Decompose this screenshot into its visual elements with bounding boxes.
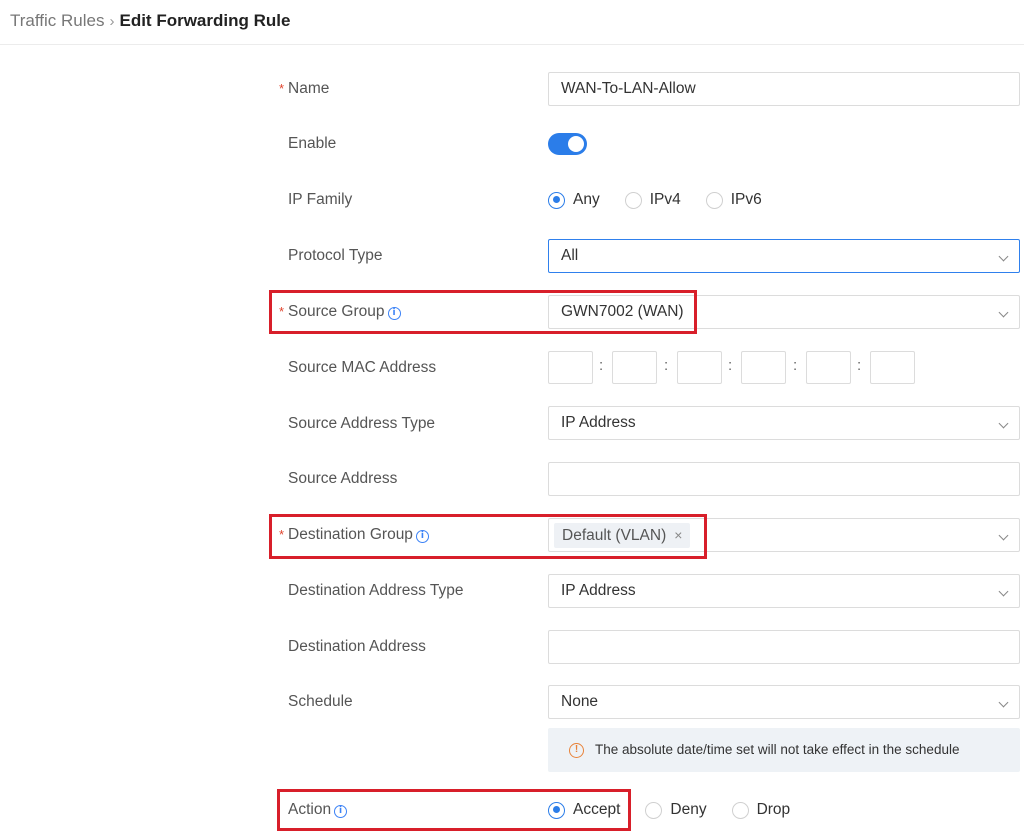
destination-address-input[interactable] — [548, 630, 1020, 664]
name-input[interactable]: WAN-To-LAN-Allow — [548, 72, 1020, 106]
source-address-type-value: IP Address — [561, 414, 636, 431]
enable-toggle[interactable] — [548, 133, 587, 155]
destination-address-type-value: IP Address — [561, 582, 636, 599]
schedule-notice-text: The absolute date/time set will not take… — [595, 742, 960, 757]
chevron-down-icon — [998, 307, 1009, 318]
radio-unchecked-icon — [731, 801, 749, 819]
mac-octet-4[interactable] — [741, 351, 786, 384]
action-option-label: Drop — [756, 801, 791, 818]
chevron-down-icon — [998, 251, 1009, 262]
chevron-down-icon — [998, 530, 1009, 541]
chevron-down-icon — [998, 418, 1009, 429]
radio-unchecked-icon — [624, 191, 642, 209]
source-address-type-select[interactable]: IP Address — [548, 406, 1020, 440]
source-address-label: Source Address — [288, 470, 398, 487]
breadcrumb: Traffic Rules › Edit Forwarding Rule — [10, 11, 290, 32]
schedule-label: Schedule — [288, 693, 353, 710]
name-label: Name — [288, 80, 330, 97]
ip-family-option-label: IPv4 — [649, 191, 681, 208]
schedule-notice: ! The absolute date/time set will not ta… — [548, 728, 1020, 772]
mac-separator: : — [728, 357, 733, 374]
ip-family-radio-group: Any IPv4 IPv6 — [548, 190, 762, 210]
mac-octet-3[interactable] — [677, 351, 722, 384]
required-mark: * — [279, 81, 285, 96]
destination-address-label: Destination Address — [288, 638, 426, 655]
toggle-knob — [568, 136, 584, 152]
mac-octet-6[interactable] — [870, 351, 915, 384]
destination-address-type-label: Destination Address Type — [288, 582, 464, 599]
ip-family-option-ipv6[interactable]: IPv6 — [705, 191, 762, 209]
mac-octet-5[interactable] — [806, 351, 851, 384]
radio-checked-icon — [548, 191, 565, 209]
schedule-value: None — [561, 693, 599, 710]
source-address-input[interactable] — [548, 462, 1020, 496]
page-header: Traffic Rules › Edit Forwarding Rule — [0, 0, 1024, 45]
mac-octet-2[interactable] — [612, 351, 657, 384]
mac-separator: : — [599, 357, 604, 374]
chevron-down-icon — [998, 586, 1009, 597]
radio-unchecked-icon — [645, 801, 663, 819]
chevron-down-icon — [998, 697, 1009, 708]
enable-label: Enable — [288, 135, 337, 152]
ip-family-option-any[interactable]: Any — [548, 191, 600, 209]
schedule-select[interactable]: None — [548, 685, 1020, 719]
action-option-drop[interactable]: Drop — [731, 801, 791, 819]
breadcrumb-separator: › — [109, 13, 115, 30]
mac-separator: : — [664, 357, 669, 374]
protocol-type-label: Protocol Type — [288, 247, 383, 264]
mac-separator: : — [793, 357, 798, 374]
action-option-label: Deny — [670, 801, 707, 818]
action-option-deny[interactable]: Deny — [645, 801, 707, 819]
destination-address-type-select[interactable]: IP Address — [548, 574, 1020, 608]
source-group-highlight — [269, 290, 697, 334]
mac-separator: : — [857, 357, 862, 374]
source-address-type-label: Source Address Type — [288, 415, 436, 432]
destination-group-highlight — [269, 514, 707, 559]
mac-octet-1[interactable] — [548, 351, 593, 384]
page-title: Edit Forwarding Rule — [119, 11, 291, 30]
ip-family-option-label: IPv6 — [730, 191, 762, 208]
ip-family-option-ipv4[interactable]: IPv4 — [624, 191, 681, 209]
source-mac-label: Source MAC Address — [288, 359, 437, 376]
ip-family-label: IP Family — [288, 191, 353, 208]
action-highlight — [277, 789, 631, 831]
protocol-type-select[interactable]: All — [548, 239, 1020, 273]
warning-icon: ! — [569, 743, 584, 758]
radio-unchecked-icon — [705, 191, 723, 209]
ip-family-option-label: Any — [573, 191, 600, 208]
breadcrumb-traffic-rules[interactable]: Traffic Rules — [10, 11, 104, 30]
protocol-type-value: All — [561, 247, 579, 264]
